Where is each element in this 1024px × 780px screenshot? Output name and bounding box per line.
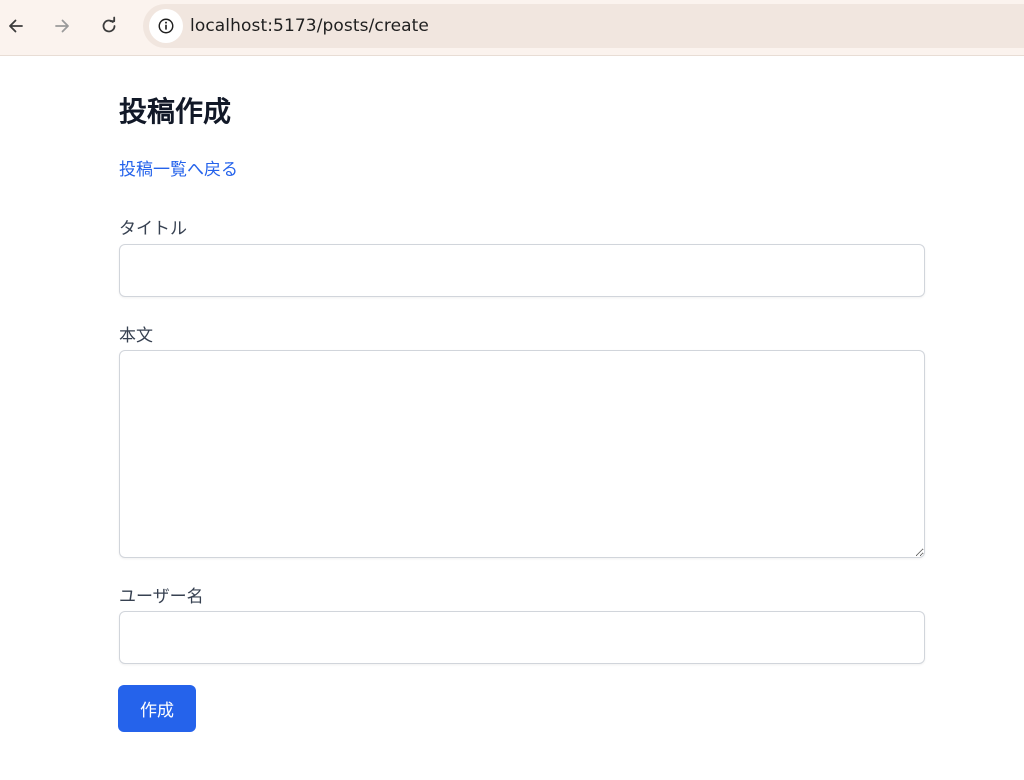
browser-toolbar: localhost:5173/posts/create [0,0,1024,56]
site-info-button[interactable] [149,9,183,43]
create-button[interactable]: 作成 [118,685,196,732]
username-input[interactable] [119,611,925,664]
title-input[interactable] [119,244,925,297]
page-title: 投稿作成 [119,95,232,128]
forward-button[interactable] [46,10,78,42]
body-label: 本文 [119,326,153,346]
arrow-right-icon [55,19,69,33]
reload-icon [102,16,116,33]
reload-button[interactable] [93,10,125,42]
body-textarea[interactable] [119,350,925,558]
back-button[interactable] [0,10,32,42]
title-label: タイトル [119,219,187,239]
page-content: 投稿作成 投稿一覧へ戻る タイトル 本文 ユーザー名 作成 [0,57,1024,780]
url-text[interactable]: localhost:5173/posts/create [190,16,429,36]
arrow-left-icon [9,19,23,33]
username-label: ユーザー名 [119,587,204,607]
back-to-list-link[interactable]: 投稿一覧へ戻る [119,155,238,180]
address-bar[interactable]: localhost:5173/posts/create [143,4,1024,48]
info-icon [158,18,174,34]
